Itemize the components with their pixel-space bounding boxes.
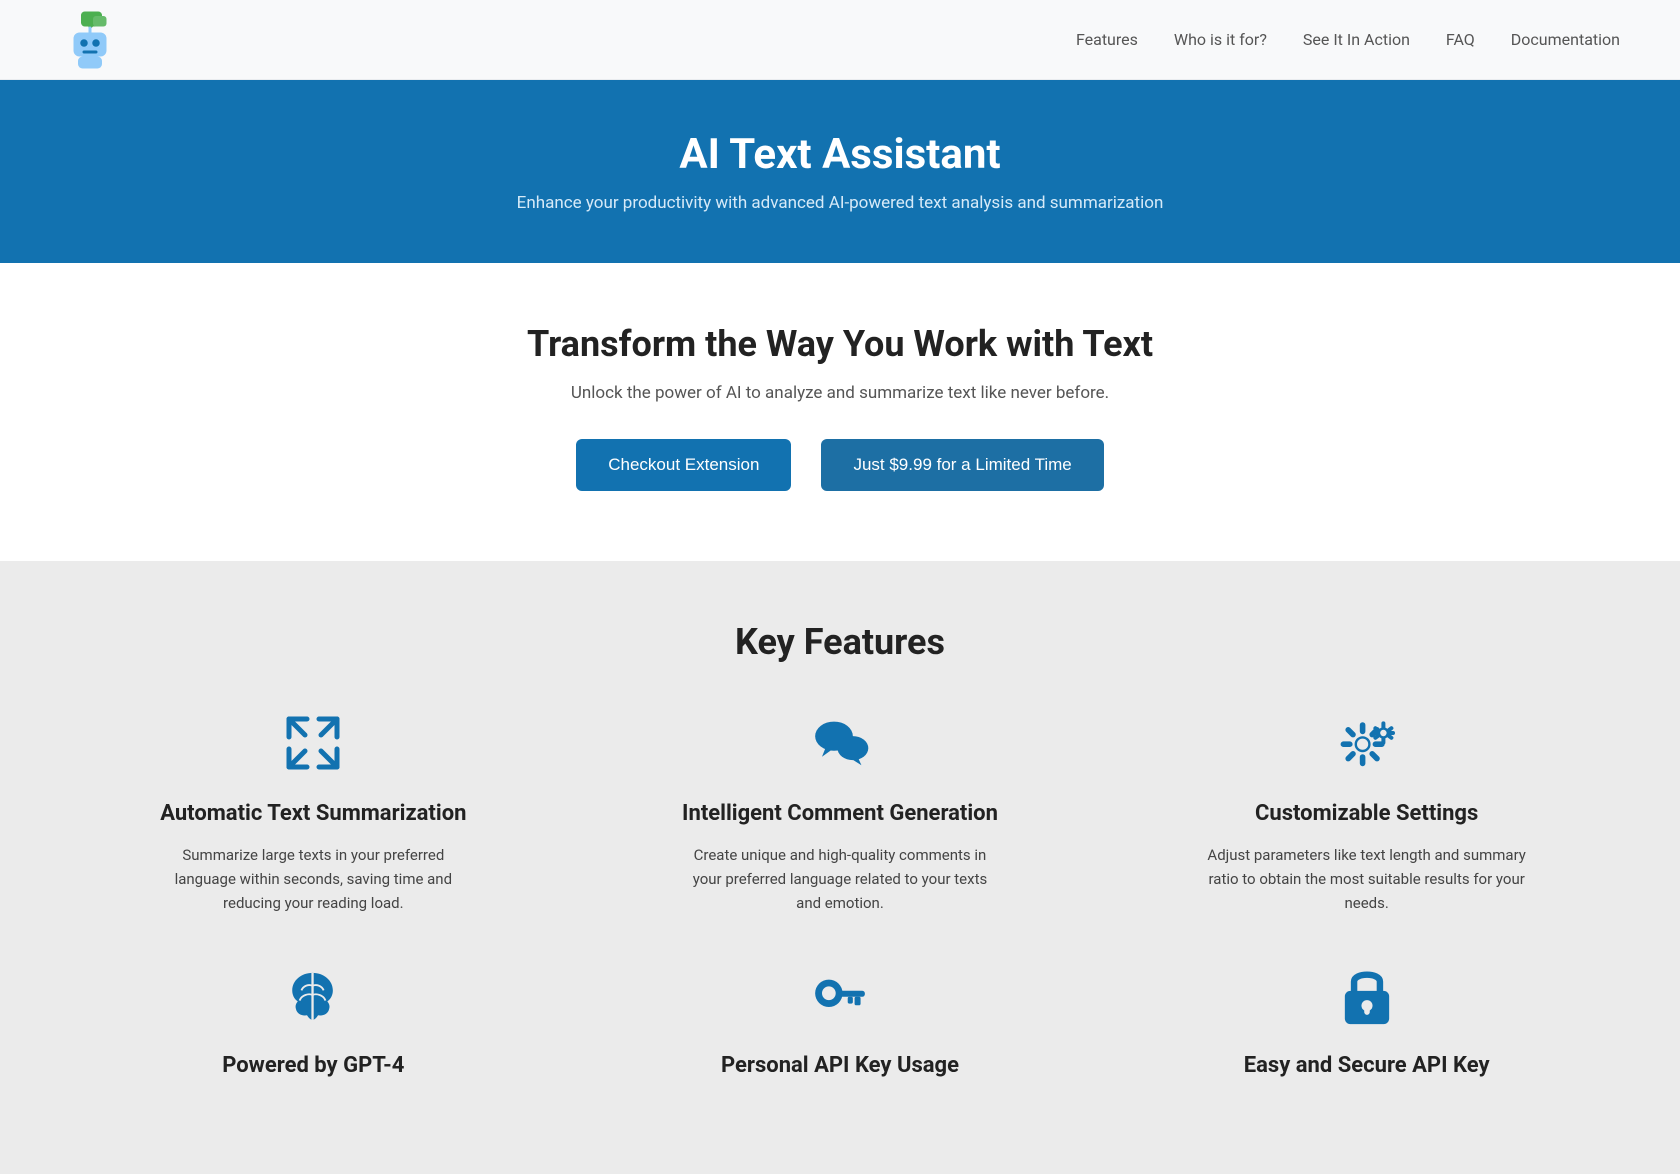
cta-buttons: Checkout Extension Just $9.99 for a Limi… xyxy=(20,439,1660,491)
nav-links: Features Who is it for? See It In Action… xyxy=(1076,30,1620,49)
nav-features[interactable]: Features xyxy=(1076,30,1138,49)
feature-summarization-title: Automatic Text Summarization xyxy=(160,800,466,829)
feature-api-title: Personal API Key Usage xyxy=(721,1052,959,1081)
brain-icon xyxy=(283,965,343,1034)
cta-heading: Transform the Way You Work with Text xyxy=(20,323,1660,365)
feature-comment: Intelligent Comment Generation Create un… xyxy=(607,713,1074,915)
feature-gpt4: Powered by GPT-4 xyxy=(80,965,547,1095)
logo-icon xyxy=(60,10,120,70)
cta-section: Transform the Way You Work with Text Unl… xyxy=(0,263,1680,561)
feature-comment-title: Intelligent Comment Generation xyxy=(682,800,998,829)
price-button[interactable]: Just $9.99 for a Limited Time xyxy=(821,439,1103,491)
checkout-button[interactable]: Checkout Extension xyxy=(576,439,791,491)
lock-icon xyxy=(1337,965,1397,1034)
hero-title: AI Text Assistant xyxy=(20,130,1660,179)
nav-docs[interactable]: Documentation xyxy=(1511,30,1620,49)
chat-icon xyxy=(810,713,870,782)
feature-settings-title: Customizable Settings xyxy=(1255,800,1478,829)
hero-section: AI Text Assistant Enhance your productiv… xyxy=(0,80,1680,263)
hero-subtitle: Enhance your productivity with advanced … xyxy=(20,193,1660,213)
feature-settings: Customizable Settings Adjust parameters … xyxy=(1133,713,1600,915)
compress-icon xyxy=(283,713,343,782)
features-section: Key Features Automatic Text Summarizatio… xyxy=(0,561,1680,1174)
feature-summarization: Automatic Text Summarization Summarize l… xyxy=(80,713,547,915)
feature-gpt4-title: Powered by GPT-4 xyxy=(222,1052,404,1081)
navbar: Features Who is it for? See It In Action… xyxy=(0,0,1680,80)
gear-icon xyxy=(1337,713,1397,782)
logo[interactable] xyxy=(60,10,120,70)
features-heading: Key Features xyxy=(80,621,1600,663)
feature-settings-desc: Adjust parameters like text length and s… xyxy=(1207,843,1527,915)
feature-summarization-desc: Summarize large texts in your preferred … xyxy=(153,843,473,915)
feature-api: Personal API Key Usage xyxy=(607,965,1074,1095)
nav-faq[interactable]: FAQ xyxy=(1446,30,1475,49)
feature-secure: Easy and Secure API Key xyxy=(1133,965,1600,1095)
feature-secure-title: Easy and Secure API Key xyxy=(1244,1052,1490,1081)
features-grid: Automatic Text Summarization Summarize l… xyxy=(80,713,1600,1094)
feature-comment-desc: Create unique and high-quality comments … xyxy=(680,843,1000,915)
key-icon xyxy=(810,965,870,1034)
nav-action[interactable]: See It In Action xyxy=(1303,30,1410,49)
nav-who[interactable]: Who is it for? xyxy=(1174,30,1267,49)
cta-description: Unlock the power of AI to analyze and su… xyxy=(20,383,1660,403)
